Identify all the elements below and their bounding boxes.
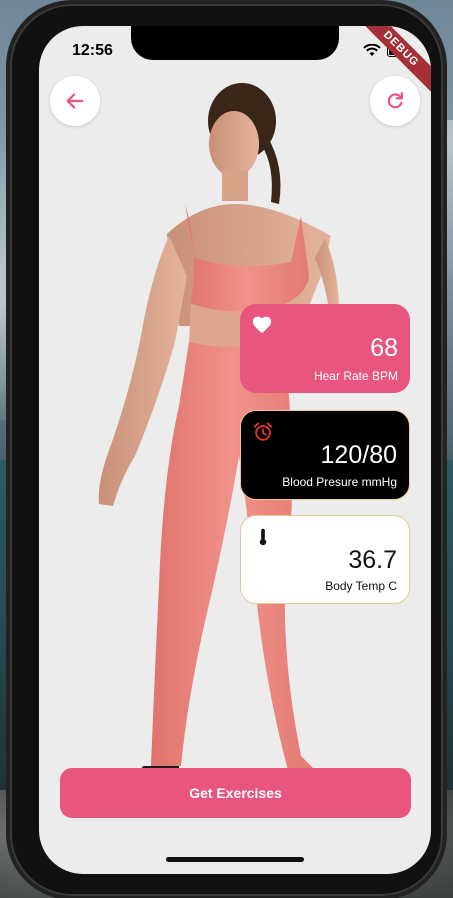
arrow-left-icon — [66, 93, 84, 109]
home-indicator — [166, 857, 304, 862]
thermometer-icon — [259, 528, 267, 546]
app-screen: 12:56 DEBUG 68 Hear Rate BPM 120/80 Bloo… — [39, 26, 431, 874]
notch — [131, 26, 339, 60]
body-temp-label: Body Temp C — [325, 579, 397, 593]
refresh-button[interactable] — [370, 76, 420, 126]
body-temp-value: 36.7 — [348, 546, 397, 574]
body-temp-card: 36.7 Body Temp C — [240, 515, 410, 604]
heart-rate-value: 68 — [370, 334, 398, 362]
heart-rate-card: 68 Hear Rate BPM — [240, 304, 410, 393]
alarm-clock-icon — [253, 422, 273, 441]
blood-pressure-label: Blood Presure mmHg — [282, 475, 397, 489]
wifi-icon — [363, 44, 381, 56]
back-button[interactable] — [50, 76, 100, 126]
phone-frame: 12:56 DEBUG 68 Hear Rate BPM 120/80 Bloo… — [10, 4, 443, 896]
blood-pressure-value: 120/80 — [320, 441, 397, 469]
refresh-icon — [387, 92, 403, 109]
blood-pressure-card: 120/80 Blood Presure mmHg — [240, 410, 410, 500]
status-time: 12:56 — [72, 42, 113, 59]
heart-icon — [252, 316, 272, 334]
heart-rate-label: Hear Rate BPM — [313, 369, 398, 383]
get-exercises-button[interactable]: Get Exercises — [60, 768, 411, 818]
